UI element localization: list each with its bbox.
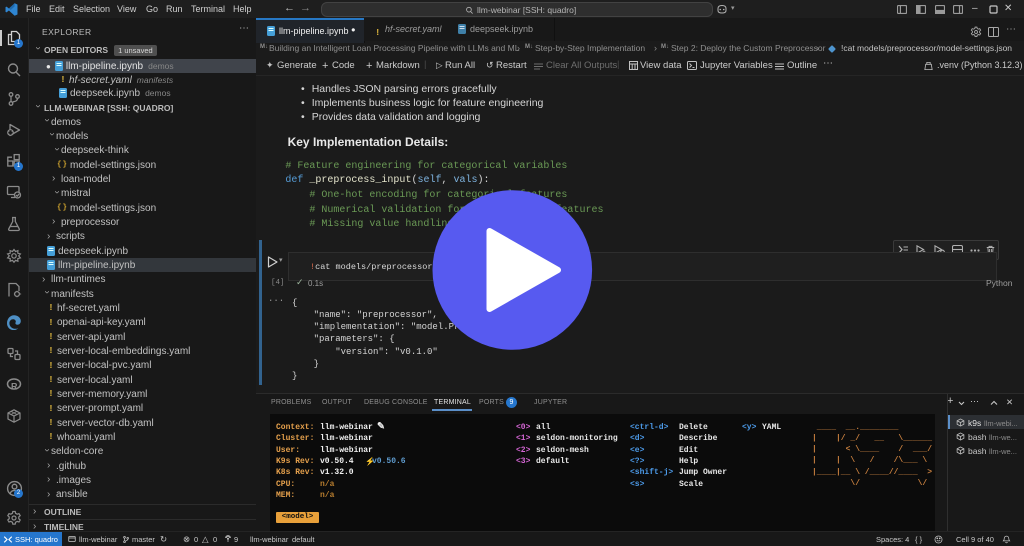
svg-text:R: R	[11, 381, 18, 391]
